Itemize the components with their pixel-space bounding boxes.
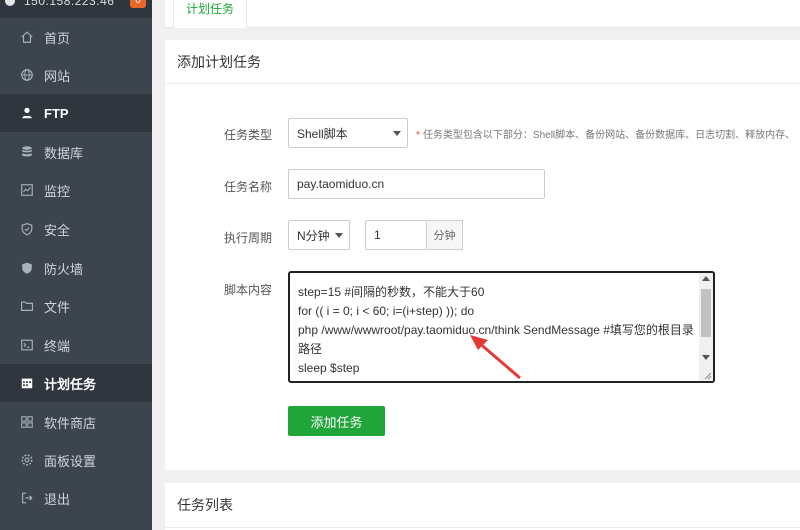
add-task-button[interactable]: 添加任务 — [288, 406, 385, 436]
sidebar-item-label: 终端 — [44, 338, 71, 354]
sidebar-item-settings[interactable]: 面板设置 — [0, 441, 152, 479]
shield-icon — [19, 221, 35, 237]
calendar-icon — [19, 375, 35, 391]
period-minutes-input[interactable]: 1 — [365, 220, 427, 250]
annotation-arrow-icon — [470, 335, 521, 380]
grid-icon — [19, 414, 35, 430]
notification-badge[interactable]: 0 — [130, 0, 146, 8]
server-status-icon — [5, 0, 15, 6]
script-line: for (( i = 0; i < 60; i=(i+step) )); do — [298, 304, 475, 318]
sidebar-item-label: FTP — [44, 105, 69, 121]
sidebar-item-label: 防火墙 — [44, 261, 84, 277]
sidebar-item-label: 计划任务 — [44, 376, 97, 392]
folder-icon — [19, 298, 35, 314]
add-task-panel: 添加计划任务 — [165, 40, 800, 470]
sidebar-item-label: 网站 — [44, 68, 71, 84]
tab-bar: 计划任务 — [165, 0, 800, 28]
sidebar-item-label: 软件商店 — [44, 415, 97, 431]
ftp-user-icon — [19, 105, 35, 121]
sidebar-item-website[interactable]: 网站 — [0, 56, 152, 94]
resize-handle-icon[interactable] — [704, 372, 712, 380]
logout-icon — [19, 490, 35, 506]
globe-icon — [19, 67, 35, 83]
sidebar-item-logout[interactable]: 退出 — [0, 479, 152, 517]
database-icon — [19, 144, 35, 160]
period-type-select[interactable]: N分钟 — [288, 220, 350, 250]
sidebar-item-files[interactable]: 文件 — [0, 287, 152, 325]
task-name-input[interactable]: pay.taomiduo.cn — [288, 169, 545, 199]
firewall-shield-icon — [19, 260, 35, 276]
gear-icon — [19, 452, 35, 468]
task-type-hint: * 任务类型包含以下部分：Shell脚本、备份网站、备份数据库、日志切割、释放内存… — [416, 130, 796, 141]
sidebar-item-label: 面板设置 — [44, 453, 97, 469]
task-name-label: 任务名称 — [223, 180, 272, 194]
task-type-select[interactable]: Shell脚本 — [288, 118, 408, 148]
task-list-panel: 任务列表 — [165, 483, 800, 530]
period-unit-addon: 分钟 — [427, 220, 463, 250]
period-type-value: N分钟 — [297, 228, 330, 243]
sidebar-item-label: 数据库 — [44, 145, 84, 161]
sidebar-item-monitor[interactable]: 监控 — [0, 171, 152, 209]
sidebar-item-database[interactable]: 数据库 — [0, 133, 152, 171]
sidebar-item-home[interactable]: 首页 — [0, 18, 152, 56]
chevron-down-icon — [393, 131, 401, 136]
textarea-scrollbar[interactable] — [699, 273, 713, 381]
tab-cron[interactable]: 计划任务 — [173, 0, 248, 28]
scroll-down-icon[interactable] — [702, 355, 710, 360]
sidebar-item-label: 首页 — [44, 30, 71, 46]
scroll-thumb[interactable] — [701, 289, 711, 337]
divider — [165, 527, 800, 528]
task-type-value: Shell脚本 — [297, 126, 348, 141]
sidebar-item-firewall[interactable]: 防火墙 — [0, 249, 152, 287]
sidebar-item-security[interactable]: 安全 — [0, 210, 152, 248]
sidebar: 150.158.223.46 0 首页 网站 FTP 数据库 监控 安全 防火墙… — [0, 0, 152, 530]
chevron-down-icon — [335, 233, 343, 238]
script-label: 脚本内容 — [223, 283, 272, 297]
sidebar-item-label: 文件 — [44, 299, 71, 315]
sidebar-item-ftp[interactable]: FTP — [0, 94, 152, 132]
server-header: 150.158.223.46 0 — [0, 0, 152, 18]
task-type-hint-text: 任务类型包含以下部分：Shell脚本、备份网站、备份数据库、日志切割、释放内存、 — [422, 130, 796, 141]
sidebar-item-label: 安全 — [44, 222, 71, 238]
task-type-label: 任务类型 — [223, 128, 272, 142]
task-list-title: 任务列表 — [177, 497, 233, 513]
monitor-icon — [19, 182, 35, 198]
period-label: 执行周期 — [223, 231, 272, 245]
sidebar-item-label: 监控 — [44, 183, 71, 199]
sidebar-item-label: 退出 — [44, 491, 71, 507]
panel-title: 添加计划任务 — [165, 40, 800, 84]
sidebar-item-terminal[interactable]: 终端 — [0, 326, 152, 364]
scroll-up-icon[interactable] — [702, 276, 710, 281]
home-icon — [19, 29, 35, 45]
terminal-icon — [19, 337, 35, 353]
script-line: step=15 #间隔的秒数，不能大于60 — [298, 285, 485, 299]
sidebar-item-app-store[interactable]: 软件商店 — [0, 403, 152, 441]
sidebar-item-cron[interactable]: 计划任务 — [0, 364, 152, 402]
server-address: 150.158.223.46 — [24, 0, 115, 8]
